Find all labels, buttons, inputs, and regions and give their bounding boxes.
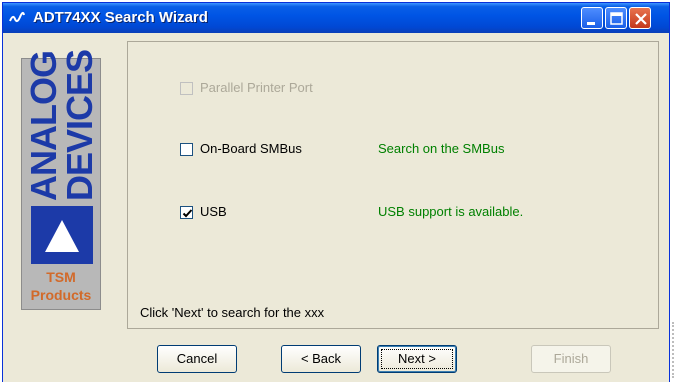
parallel-port-label: Parallel Printer Port bbox=[200, 80, 313, 95]
analog-devices-logo: ANALOG DEVICES TSM Products bbox=[21, 50, 101, 310]
logo-devices-text: DEVICES bbox=[59, 49, 100, 201]
maximize-icon bbox=[610, 12, 623, 25]
smbus-checkbox[interactable] bbox=[180, 143, 193, 156]
close-icon bbox=[635, 13, 647, 25]
smbus-status: Search on the SMBus bbox=[378, 141, 505, 156]
logo-analog-text: ANALOG bbox=[23, 51, 64, 201]
logo-tsm-text: TSM bbox=[46, 269, 76, 285]
wizard-window: ADT74XX Search Wizard ANALOG DEVICES TSM… bbox=[2, 2, 670, 382]
usb-label[interactable]: USB bbox=[200, 204, 227, 219]
next-button[interactable]: Next > bbox=[377, 345, 457, 373]
parallel-port-checkbox[interactable] bbox=[180, 82, 193, 95]
focus-ring bbox=[381, 349, 453, 369]
window-title: ADT74XX Search Wizard bbox=[33, 9, 208, 26]
back-button[interactable]: < Back bbox=[281, 345, 361, 373]
logo-triangle-icon bbox=[31, 206, 93, 264]
minimize-button[interactable] bbox=[581, 7, 603, 29]
minimize-icon bbox=[587, 22, 595, 25]
title-bar[interactable]: ADT74XX Search Wizard bbox=[3, 3, 669, 33]
cancel-button[interactable]: Cancel bbox=[157, 345, 237, 373]
smbus-label[interactable]: On-Board SMBus bbox=[200, 141, 302, 156]
finish-button[interactable]: Finish bbox=[531, 345, 611, 373]
usb-checkbox[interactable] bbox=[180, 206, 193, 219]
logo-products-text: Products bbox=[30, 287, 92, 303]
close-button[interactable] bbox=[629, 7, 651, 29]
margin-ticks bbox=[672, 322, 676, 378]
checkmark-icon bbox=[182, 209, 193, 218]
maximize-button[interactable] bbox=[605, 7, 627, 29]
interface-options-panel: Parallel Printer Port On-Board SMBus Sea… bbox=[127, 41, 659, 329]
usb-status: USB support is available. bbox=[378, 204, 524, 219]
hint-text: Click 'Next' to search for the xxx bbox=[140, 305, 325, 320]
app-wave-icon[interactable] bbox=[9, 10, 25, 26]
